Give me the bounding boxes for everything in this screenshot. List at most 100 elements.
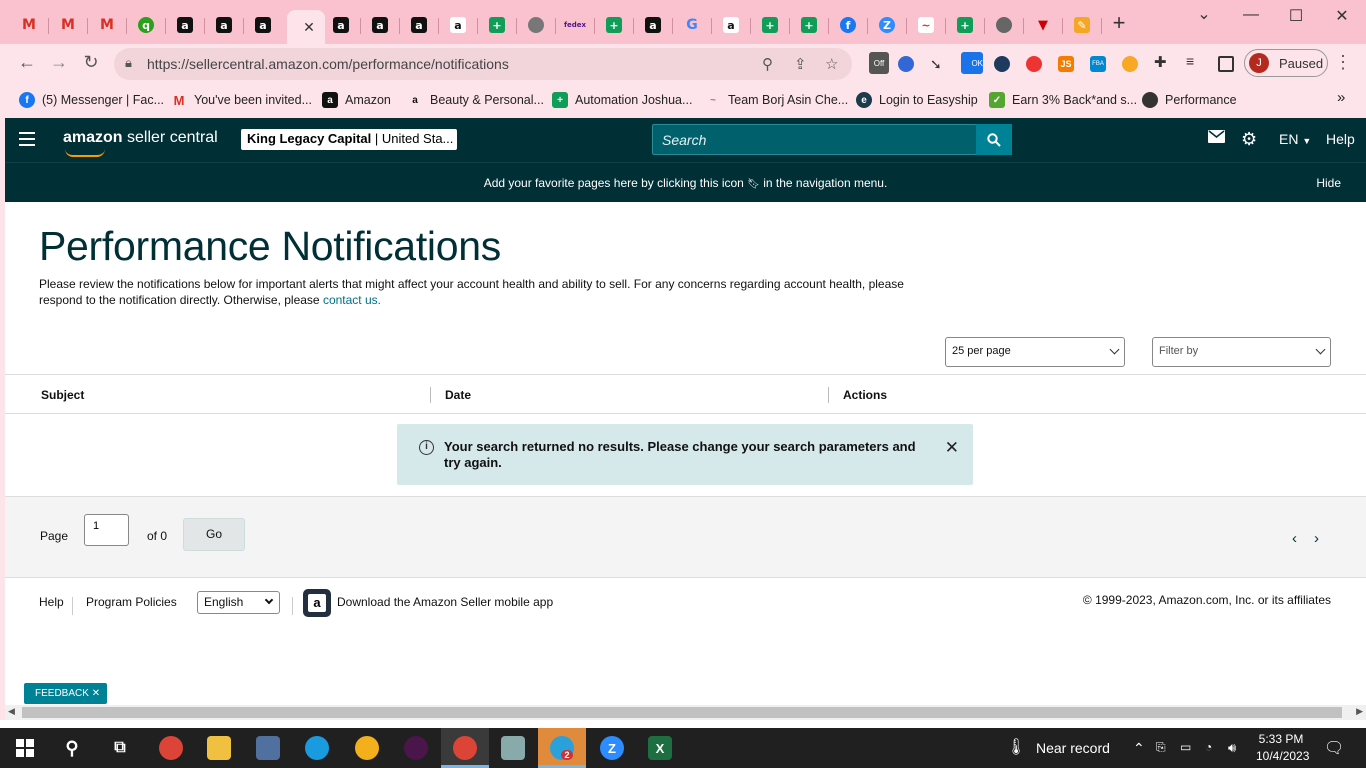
tab-sheets[interactable]: + — [482, 10, 512, 40]
horizontal-scrollbar[interactable]: ◀ ▶ — [5, 705, 1366, 720]
profile-button[interactable]: J Paused — [1244, 49, 1328, 77]
minimize-window-button[interactable]: — — [1236, 6, 1266, 24]
file-explorer-icon[interactable] — [207, 736, 231, 760]
next-page-icon[interactable]: › — [1314, 530, 1319, 547]
hamburger-menu-icon[interactable] — [19, 132, 35, 150]
bookmark-team-borj[interactable]: ~ Team Borj Asin Che... — [705, 92, 848, 108]
tab-sheets[interactable]: + — [755, 10, 785, 40]
chrome-profile-icon[interactable] — [453, 736, 477, 760]
tab-search-chevron-icon[interactable]: ⌄ — [1189, 4, 1219, 24]
maximize-window-button[interactable]: ☐ — [1281, 6, 1311, 26]
bookmark-easyship[interactable]: e Login to Easyship — [856, 92, 978, 108]
search-button[interactable] — [976, 124, 1012, 155]
meet-now-icon[interactable]: ⎘ — [1156, 740, 1166, 755]
tab-quickbooks[interactable]: q — [131, 10, 161, 40]
tab-amazon[interactable]: a — [170, 10, 200, 40]
vpn-shield-icon[interactable] — [355, 736, 379, 760]
amazon-seller-app-icon[interactable]: a — [303, 589, 331, 617]
filter-select[interactable]: Filter by — [1152, 337, 1331, 367]
scroll-right-icon[interactable]: ▶ — [1356, 706, 1363, 717]
bookmark-star-icon[interactable]: ☆ — [825, 55, 838, 73]
slack-icon[interactable] — [404, 736, 428, 760]
go-button[interactable]: Go — [183, 518, 245, 551]
contact-us-link[interactable]: contact us. — [323, 293, 381, 307]
tab-chrome[interactable] — [989, 10, 1019, 40]
system-clock[interactable]: 5:33 PM 10/4/2023 — [1256, 731, 1309, 765]
close-alert-icon[interactable]: ✕ — [945, 438, 959, 458]
lock-icon[interactable]: 🔒︎ — [125, 55, 132, 71]
tab-zoom[interactable]: Z — [872, 10, 902, 40]
column-subject[interactable]: Subject — [41, 388, 84, 402]
zoom-icon[interactable]: ⚲ — [762, 55, 773, 73]
tab-sheets[interactable]: + — [794, 10, 824, 40]
chrome-icon[interactable] — [159, 736, 183, 760]
tab-pencil[interactable]: ✎ — [1067, 10, 1097, 40]
feedback-close-icon[interactable]: ✕ — [92, 688, 100, 699]
program-policies-link[interactable]: Program Policies — [86, 595, 177, 609]
bookmark-performance[interactable]: Performance — [1142, 92, 1237, 108]
tab-amazon-smile[interactable]: a — [716, 10, 746, 40]
tab-amazon-smile[interactable]: a — [443, 10, 473, 40]
address-url[interactable]: https://sellercentral.amazon.com/perform… — [147, 56, 509, 72]
back-button[interactable]: ← — [15, 52, 39, 73]
address-bar[interactable]: 🔒︎ https://sellercentral.amazon.com/perf… — [114, 48, 852, 80]
share-icon[interactable]: ⇪ — [794, 55, 807, 73]
tab-active-performance[interactable]: ✕ — [287, 10, 325, 44]
volume-icon[interactable]: 🔊︎ — [1228, 740, 1236, 756]
scrollbar-thumb[interactable] — [22, 707, 1342, 718]
new-tab-button[interactable]: + — [1104, 10, 1134, 36]
windows-start-icon[interactable] — [13, 736, 37, 760]
wifi-icon[interactable]: ◔ — [1205, 740, 1212, 754]
media-control-icon[interactable]: ≡ — [1186, 53, 1202, 69]
download-app-link[interactable]: Download the Amazon Seller mobile app — [337, 595, 553, 609]
seller-central-logo[interactable]: amazon seller central — [63, 129, 218, 147]
tab-gmail[interactable]: M — [14, 10, 44, 40]
settings-gear-icon[interactable]: ⚙ — [1241, 129, 1257, 150]
remote-desktop-icon[interactable] — [256, 736, 280, 760]
tab-close-icon[interactable]: ✕ — [303, 19, 315, 36]
notes-app-icon[interactable] — [501, 736, 525, 760]
extension-ok-icon[interactable]: OK — [961, 52, 983, 74]
bookmark-messenger[interactable]: f (5) Messenger | Fac... — [19, 92, 164, 108]
bookmark-automation[interactable]: + Automation Joshua... — [552, 92, 692, 108]
account-switcher[interactable]: King Legacy Capital | United Sta... — [241, 129, 457, 150]
language-selector[interactable]: EN ▼ — [1279, 131, 1311, 147]
telegram-icon[interactable]: 2 — [550, 736, 574, 760]
extension-arrow-icon[interactable]: ➘ — [930, 56, 946, 72]
extension-gamepad-icon[interactable] — [898, 56, 914, 72]
tab-sheets[interactable]: + — [599, 10, 629, 40]
extension-js-icon[interactable]: JS — [1058, 56, 1074, 72]
hide-banner-button[interactable]: Hide — [1316, 176, 1341, 190]
bookmark-beauty[interactable]: a Beauty & Personal... — [407, 92, 544, 108]
tab-fedex[interactable]: fedex — [560, 10, 590, 40]
excel-icon[interactable]: X — [648, 736, 672, 760]
tab-amazon[interactable]: a — [638, 10, 668, 40]
footer-language-select[interactable]: English — [197, 591, 280, 614]
tab-gmail[interactable]: M — [53, 10, 83, 40]
extension-pokeball-icon[interactable] — [1026, 56, 1042, 72]
tab-sheets[interactable]: + — [950, 10, 980, 40]
mail-icon[interactable] — [1208, 130, 1225, 146]
more-bookmarks-chevron[interactable]: » — [1337, 89, 1345, 106]
footer-help-link[interactable]: Help — [39, 595, 64, 609]
battery-icon[interactable]: ▭ — [1180, 740, 1191, 754]
off-extension-icon[interactable]: Off — [869, 52, 889, 74]
extension-chart-icon[interactable] — [994, 56, 1010, 72]
forward-button[interactable]: → — [47, 52, 71, 73]
bookmark-invited[interactable]: M You've been invited... — [171, 92, 312, 108]
bookmark-topcashback[interactable]: ✓ Earn 3% Back*and s... — [989, 92, 1137, 108]
tab-amazon[interactable]: a — [248, 10, 278, 40]
extension-orange-icon[interactable] — [1122, 56, 1138, 72]
feedback-button[interactable]: FEEDBACK ✕ — [24, 683, 107, 704]
reload-button[interactable]: ↻ — [79, 52, 103, 73]
zoom-icon[interactable]: Z — [600, 736, 624, 760]
tab-gmail[interactable]: M — [92, 10, 122, 40]
search-input[interactable] — [653, 125, 976, 154]
help-link[interactable]: Help — [1326, 131, 1355, 147]
tab-facebook[interactable]: f — [833, 10, 863, 40]
page-number-input[interactable]: 1 — [84, 514, 129, 546]
tab-google[interactable]: G — [677, 10, 707, 40]
thermometer-icon[interactable]: 🌡︎ — [1006, 737, 1026, 757]
extension-fba-icon[interactable]: FBA — [1090, 56, 1106, 72]
task-view-icon[interactable]: ⧉ — [108, 736, 132, 760]
